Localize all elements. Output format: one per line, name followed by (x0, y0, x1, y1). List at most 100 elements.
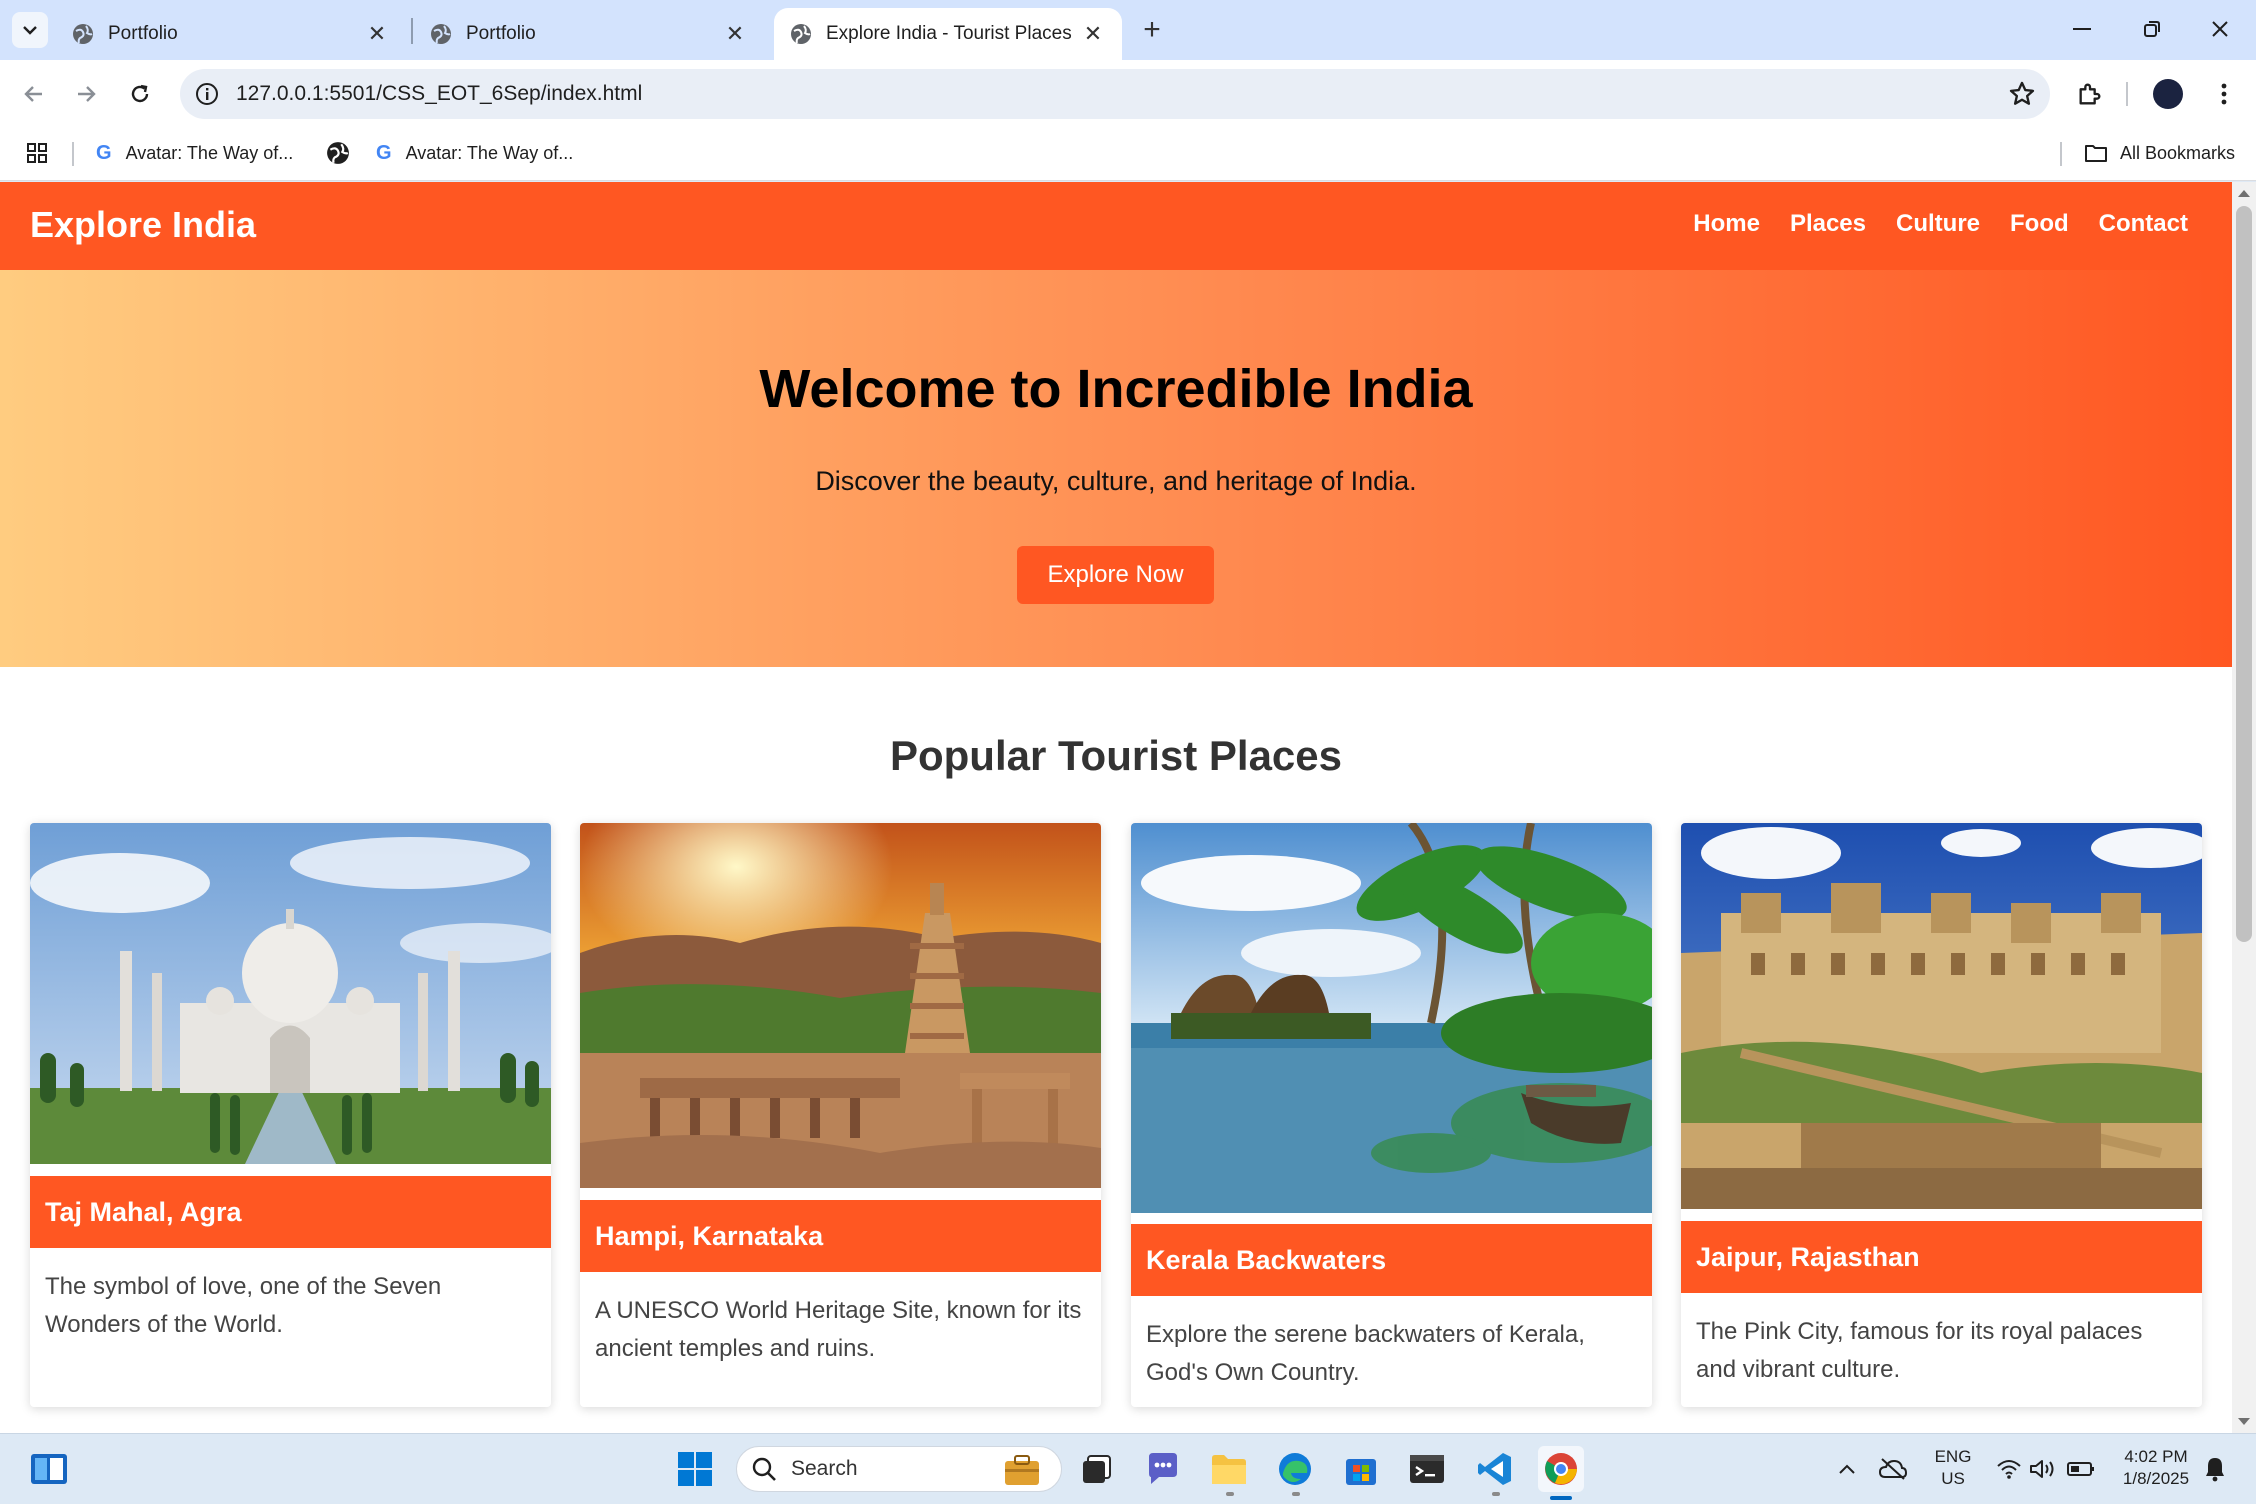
file-explorer-button[interactable] (1206, 1446, 1252, 1492)
close-window-button[interactable] (2188, 8, 2252, 50)
notifications-button[interactable] (2192, 1446, 2238, 1492)
input-language-indicator[interactable]: ENG US (1930, 1446, 1976, 1490)
tab-close-icon[interactable]: ✕ (364, 21, 390, 47)
globe-icon (791, 24, 811, 44)
tab-portfolio-1[interactable]: Portfolio ✕ (56, 8, 406, 60)
clock-time: 4:02 PM (2124, 1447, 2188, 1466)
place-title: Taj Mahal, Agra (30, 1176, 551, 1248)
restore-button[interactable] (2120, 8, 2184, 50)
tab-strip: Portfolio ✕ Portfolio ✕ Explore India - … (0, 0, 2256, 60)
all-bookmarks-label: All Bookmarks (2120, 142, 2236, 163)
place-description: The symbol of love, one of the Seven Won… (45, 1273, 442, 1338)
search-placeholder: Search (791, 1457, 858, 1480)
chrome-menu-button[interactable] (2204, 74, 2244, 114)
folder-icon (1212, 1455, 1246, 1484)
bookmark-item[interactable]: G Avatar: The Way of... (376, 138, 573, 168)
tab-close-icon[interactable]: ✕ (722, 21, 748, 47)
bookmark-label: Avatar: The Way of... (405, 142, 574, 163)
running-indicator (1292, 1492, 1300, 1496)
back-button[interactable] (14, 74, 54, 114)
nav-link-contact[interactable]: Contact (2099, 210, 2188, 238)
start-button[interactable] (672, 1446, 718, 1492)
tab-close-icon[interactable]: ✕ (1080, 21, 1106, 47)
show-hidden-icons-button[interactable] (1824, 1446, 1870, 1492)
site-header: Explore India Home Places Culture Food C… (0, 182, 2232, 270)
clock-date: 1/8/2025 (2122, 1469, 2190, 1488)
widgets-icon (31, 1454, 67, 1484)
place-title: Kerala Backwaters (1131, 1224, 1652, 1296)
bookmark-globe[interactable] (326, 138, 350, 168)
browser-toolbar: 127.0.0.1:5501/CSS_EOT_6Sep/index.html (0, 60, 2256, 128)
bookmarks-divider (2060, 142, 2062, 166)
edge-browser-icon (1279, 1453, 1311, 1485)
hero-subtitle: Discover the beauty, culture, and herita… (815, 466, 1417, 496)
task-view-button[interactable] (1074, 1446, 1120, 1492)
windows-logo-icon (678, 1452, 712, 1486)
clock[interactable]: 4:02 PM 1/8/2025 (2108, 1446, 2204, 1490)
hero-section: Welcome to Incredible India Discover the… (0, 270, 2232, 667)
tab-portfolio-2[interactable]: Portfolio ✕ (414, 8, 764, 60)
onedrive-button[interactable] (1870, 1446, 1916, 1492)
site-logo[interactable]: Explore India (30, 204, 256, 246)
active-app-indicator (1550, 1496, 1572, 1500)
forward-button[interactable] (66, 74, 106, 114)
bookmark-item[interactable]: G Avatar: The Way of... (96, 138, 293, 168)
scroll-up-arrow-icon[interactable] (2238, 190, 2250, 197)
profile-button[interactable] (2148, 74, 2188, 114)
taskbar-search[interactable]: Search (736, 1446, 1062, 1492)
scroll-thumb[interactable] (2236, 206, 2252, 942)
hampi-image (580, 823, 1101, 1188)
site-nav-menu: Home Places Culture Food Contact (1693, 210, 2188, 238)
place-card-hampi: Hampi, Karnataka A UNESCO World Heritage… (580, 823, 1101, 1407)
google-icon: G (96, 141, 112, 164)
cloud-offline-icon (1878, 1458, 1908, 1480)
task-view-icon (1083, 1455, 1111, 1483)
edge-button[interactable] (1272, 1446, 1318, 1492)
nav-link-food[interactable]: Food (2010, 210, 2069, 238)
store-button[interactable] (1338, 1446, 1384, 1492)
scroll-down-arrow-icon[interactable] (2238, 1418, 2250, 1425)
tab-explore-india[interactable]: Explore India - Tourist Places ✕ (774, 8, 1122, 60)
chat-app-button[interactable] (1140, 1446, 1186, 1492)
apps-button[interactable] (26, 138, 48, 168)
hero-title: Welcome to Incredible India (759, 359, 1473, 419)
close-icon (2212, 21, 2228, 37)
vscode-button[interactable] (1472, 1446, 1518, 1492)
extensions-button[interactable] (2070, 74, 2110, 114)
jaipur-image (1681, 823, 2202, 1209)
nav-link-culture[interactable]: Culture (1896, 210, 1980, 238)
tab-title: Explore India - Tourist Places (826, 23, 1072, 44)
explore-now-button[interactable]: Explore Now (1017, 546, 1214, 604)
tab-title: Portfolio (466, 23, 536, 44)
all-bookmarks-button[interactable]: All Bookmarks (2084, 138, 2235, 168)
terminal-icon (1410, 1455, 1444, 1483)
kerala-backwaters-image (1131, 823, 1652, 1213)
chrome-icon (1545, 1453, 1577, 1485)
chrome-button[interactable] (1538, 1446, 1584, 1492)
place-description: A UNESCO World Heritage Site, known for … (595, 1297, 1082, 1362)
bookmarks-bar: G Avatar: The Way of... G Avatar: The Wa… (0, 128, 2256, 181)
globe-icon (431, 24, 451, 44)
info-icon[interactable] (194, 81, 220, 107)
reload-button[interactable] (120, 74, 160, 114)
url-text[interactable]: 127.0.0.1:5501/CSS_EOT_6Sep/index.html (236, 82, 642, 106)
widgets-button[interactable] (26, 1446, 72, 1492)
bookmark-star-icon[interactable] (2008, 80, 2036, 108)
battery-button[interactable] (2058, 1446, 2104, 1492)
arrow-left-icon (24, 86, 42, 102)
page-scrollbar[interactable] (2232, 182, 2256, 1433)
puzzle-icon (2079, 83, 2101, 105)
taj-mahal-image (30, 823, 551, 1164)
more-vertical-icon (2221, 83, 2227, 105)
address-bar[interactable]: 127.0.0.1:5501/CSS_EOT_6Sep/index.html (180, 69, 2050, 119)
tab-search-button[interactable] (12, 12, 48, 48)
arrow-right-icon (78, 86, 96, 102)
bookmarks-divider (72, 142, 74, 166)
new-tab-button[interactable]: + (1134, 12, 1170, 48)
minimize-button[interactable] (2050, 8, 2114, 50)
nav-link-home[interactable]: Home (1693, 210, 1760, 238)
battery-icon (2067, 1462, 2094, 1476)
terminal-button[interactable] (1404, 1446, 1450, 1492)
tab-divider (411, 18, 413, 44)
nav-link-places[interactable]: Places (1790, 210, 1866, 238)
